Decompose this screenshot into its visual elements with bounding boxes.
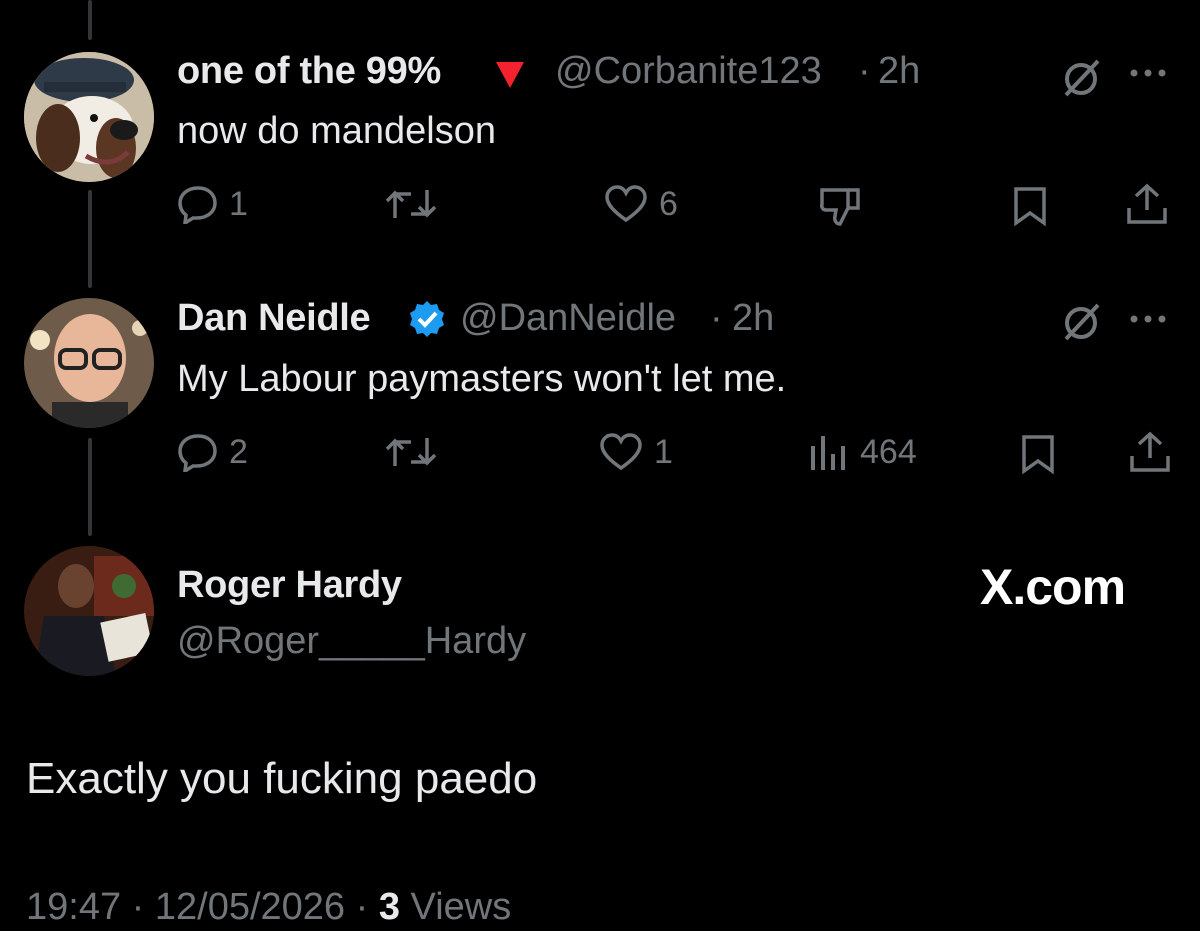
tweet-text: Exactly you fucking paedo (26, 754, 538, 803)
like-count: 1 (654, 432, 673, 471)
share-icon (1130, 431, 1170, 472)
dan-neidle-avatar-image (24, 298, 154, 428)
handle[interactable]: @Roger_____Hardy (177, 620, 526, 663)
like-button[interactable]: 6 (603, 184, 678, 224)
repost-button[interactable] (385, 432, 447, 472)
red-triangle-badge-icon (494, 60, 526, 95)
thumbs-down-icon (820, 188, 860, 226)
reply-button[interactable]: 1 (177, 184, 248, 224)
reply-button[interactable]: 2 (177, 432, 248, 472)
separator-dot: · (710, 297, 723, 339)
bookmark-button[interactable] (1012, 186, 1048, 226)
bookmark-icon (1022, 435, 1054, 474)
avatar[interactable] (24, 546, 154, 676)
reply-icon (178, 186, 217, 224)
like-button[interactable]: 1 (598, 432, 673, 472)
display-name[interactable]: Roger Hardy (177, 564, 402, 607)
thread-line-top (88, 0, 92, 40)
post-meta-footer: 19:47 · 12/05/2026 · 3 Views (26, 886, 511, 929)
share-button[interactable] (1125, 183, 1169, 224)
avatar[interactable] (24, 298, 154, 428)
timestamp[interactable]: 2h (732, 297, 774, 340)
dog-avatar-image (24, 52, 154, 182)
grok-icon[interactable] (1060, 300, 1104, 349)
separator-dot: · (345, 886, 379, 928)
display-name[interactable]: Dan Neidle (177, 297, 371, 340)
views-count: 3 (378, 886, 400, 928)
thread-line-1 (88, 190, 92, 288)
bookmark-button[interactable] (1020, 434, 1056, 474)
share-icon (1127, 183, 1167, 224)
reply-count: 2 (229, 432, 248, 471)
like-count: 6 (659, 184, 678, 223)
roger-hardy-avatar-image (24, 546, 154, 676)
display-name[interactable]: one of the 99% (177, 50, 441, 93)
timestamp[interactable]: 2h (878, 50, 920, 93)
more-options-icon[interactable] (1128, 66, 1168, 84)
handle[interactable]: @Corbanite123 (555, 50, 822, 93)
tweet-text: now do mandelson (177, 110, 496, 152)
separator-dot: · (858, 50, 871, 92)
post-date[interactable]: 12/05/2026 (155, 886, 345, 928)
share-button[interactable] (1128, 431, 1172, 472)
views-bar-chart-icon (811, 436, 845, 470)
grok-icon[interactable] (1060, 56, 1104, 105)
handle[interactable]: @DanNeidle (460, 297, 676, 340)
reply-count: 1 (229, 184, 248, 223)
reply-icon (178, 434, 217, 472)
x-com-watermark: X.com (980, 559, 1126, 615)
views-button[interactable]: 464 (808, 432, 917, 472)
bookmark-icon (1014, 187, 1046, 226)
thread-line-2 (88, 438, 92, 536)
repost-button[interactable] (385, 184, 447, 224)
views-count: 464 (860, 432, 917, 471)
repost-icon (385, 190, 437, 218)
verified-badge-icon (408, 300, 446, 343)
post-time[interactable]: 19:47 (26, 886, 121, 928)
tweet-text: My Labour paymasters won't let me. (177, 358, 787, 400)
views-label: Views (410, 886, 512, 928)
heart-icon (605, 185, 647, 223)
separator-dot: · (121, 886, 155, 928)
repost-icon (385, 438, 437, 466)
dislike-button[interactable] (818, 186, 862, 226)
more-options-icon[interactable] (1128, 312, 1168, 330)
avatar[interactable] (24, 52, 154, 182)
heart-icon (600, 433, 642, 471)
